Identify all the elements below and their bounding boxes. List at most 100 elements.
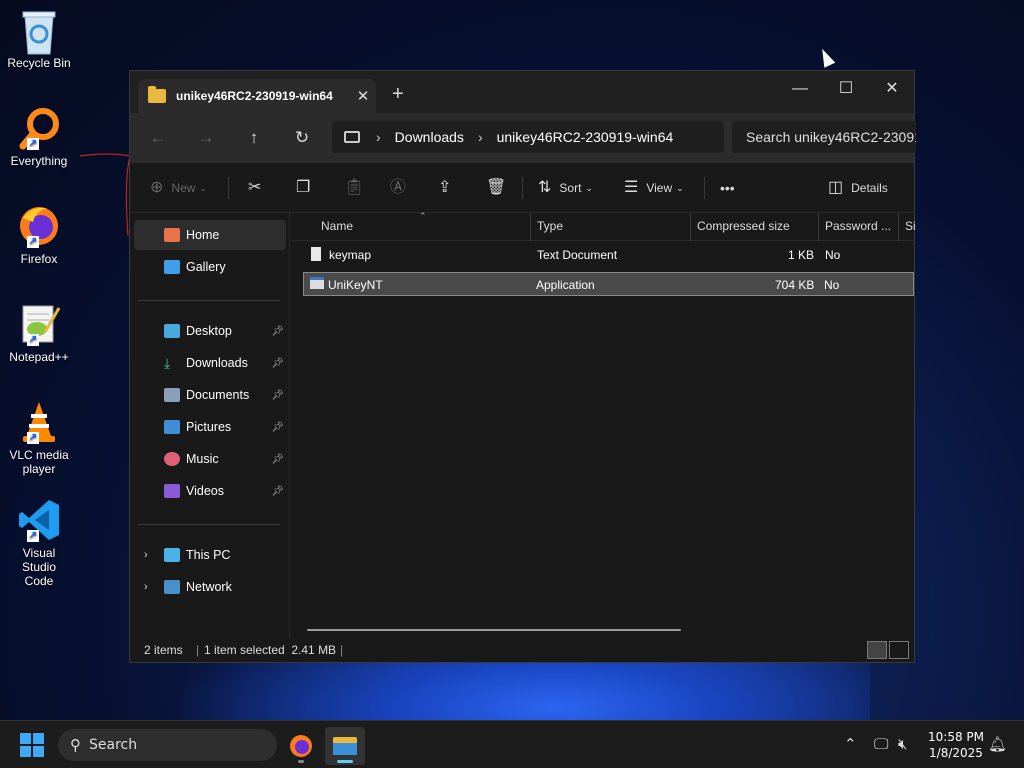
pin-icon[interactable]: 📌︎ (271, 422, 284, 433)
sidebar-item-this-pc[interactable]: › This PC (134, 540, 286, 570)
search-input[interactable]: Search unikey46RC2-23091 (732, 121, 916, 153)
sidebar-item-home[interactable]: Home (134, 220, 286, 250)
sidebar-item-gallery[interactable]: Gallery (134, 252, 286, 282)
sort-button[interactable]: ⇅ Sort ⌄ (538, 175, 593, 201)
notification-bell-icon[interactable]: 🔔︎ (988, 735, 1007, 753)
file-type: Text Document (537, 248, 618, 262)
file-password: No (824, 278, 840, 292)
volume-muted-icon[interactable]: 🔇︎ (898, 735, 907, 753)
notepad-plus-plus-icon: ↗ (17, 302, 61, 346)
text-file-icon (311, 247, 321, 261)
sidebar-item-label: Documents (186, 388, 250, 402)
breadcrumb-downloads[interactable]: Downloads (395, 129, 464, 145)
title-bar: unikey46RC2-230919-win64 ✕ + — ☐ ✕ (130, 71, 914, 113)
new-tab-button[interactable]: + (392, 83, 404, 106)
column-type[interactable]: Type (537, 219, 563, 233)
sidebar-item-label: Desktop (186, 324, 232, 338)
file-compressed-size: 1 KB (788, 248, 815, 262)
more-options-button[interactable]: ••• (720, 175, 735, 201)
divider (138, 524, 280, 525)
sidebar-item-label: Pictures (186, 420, 232, 434)
details-view-button[interactable] (867, 641, 887, 659)
start-button[interactable] (20, 733, 44, 757)
computer-icon (164, 548, 180, 562)
taskbar-firefox[interactable] (281, 727, 321, 765)
vscode-icon: ↗ (17, 498, 61, 542)
sidebar-item-pictures[interactable]: Pictures 📌︎ (134, 412, 286, 442)
pin-icon[interactable]: 📌︎ (271, 486, 284, 497)
cut-button[interactable]: ✂ (248, 175, 269, 201)
table-row[interactable]: keymap Text Document 1 KB No (303, 243, 914, 267)
new-button[interactable]: ⊕ New ⌄ (150, 175, 207, 201)
sidebar-item-network[interactable]: › Network (134, 572, 286, 602)
desktop-icon-vlc[interactable]: ↗ VLC media player (2, 400, 76, 476)
view-label: View (646, 181, 673, 195)
taskbar-search[interactable]: ⚲ Search (58, 729, 277, 761)
clock[interactable]: 10:58 PM 1/8/2025 (920, 729, 992, 761)
desktop-icon-notepad-plus-plus[interactable]: ↗ Notepad++ (2, 302, 76, 364)
copy-button[interactable]: ❐ (296, 175, 318, 201)
desktop-icon-recycle-bin[interactable]: Recycle Bin (2, 8, 76, 70)
column-divider[interactable] (530, 213, 531, 241)
chevron-right-icon[interactable]: › (144, 549, 148, 561)
desktop-icon-firefox[interactable]: ↗ Firefox (2, 204, 76, 266)
rename-button[interactable]: Ⓐ (390, 175, 414, 201)
column-name[interactable]: Name (321, 219, 353, 233)
sidebar-item-label: Videos (186, 484, 224, 498)
taskbar-file-explorer[interactable] (325, 727, 365, 765)
column-divider[interactable] (818, 213, 819, 241)
back-button[interactable]: ← (144, 125, 172, 151)
close-tab-icon[interactable]: ✕ (350, 87, 376, 105)
column-divider[interactable] (690, 213, 691, 241)
sidebar-item-label: This PC (186, 548, 231, 562)
tab-current-folder[interactable]: unikey46RC2-230919-win64 ✕ (138, 79, 376, 113)
share-button[interactable]: ⇪ (438, 175, 459, 201)
up-button[interactable]: ↑ (240, 125, 268, 151)
sidebar-item-desktop[interactable]: Desktop 📌︎ (134, 316, 286, 346)
sidebar-item-downloads[interactable]: ⤓ Downloads 📌︎ (134, 348, 286, 378)
refresh-button[interactable]: ↻ (288, 125, 316, 151)
sidebar-item-documents[interactable]: Documents 📌︎ (134, 380, 286, 410)
taskbar: ⚲ Search ⌃ 🖵︎ 🔇︎ 10:58 PM 1/8/2025 🔔︎ (0, 720, 1024, 768)
pin-icon[interactable]: 📌︎ (271, 454, 284, 465)
table-row-selected[interactable]: UniKeyNT Application 704 KB No (303, 272, 914, 296)
documents-icon (164, 388, 180, 402)
column-compressed-size[interactable]: Compressed size (697, 219, 790, 233)
paste-button[interactable]: 📋︎ (344, 175, 372, 201)
column-size[interactable]: Si (905, 219, 916, 233)
column-divider[interactable] (898, 213, 899, 241)
desktop-icon-vscode[interactable]: ↗ Visual Studio Code (2, 498, 76, 588)
mouse-cursor (816, 46, 836, 68)
share-icon: ⇪ (438, 179, 452, 196)
file-compressed-size: 704 KB (775, 278, 815, 292)
active-indicator (337, 760, 353, 763)
show-hidden-icons-chevron-icon[interactable]: ⌃ (844, 735, 857, 753)
pin-icon[interactable]: 📌︎ (271, 326, 284, 337)
horizontal-scrollbar[interactable] (307, 629, 681, 631)
maximize-button[interactable]: ☐ (823, 75, 869, 103)
minimize-button[interactable]: — (777, 75, 823, 103)
tiles-view-button[interactable] (889, 641, 909, 659)
rename-icon: Ⓐ (390, 179, 407, 196)
sidebar-item-music[interactable]: Music 📌︎ (134, 444, 286, 474)
close-window-button[interactable]: ✕ (869, 75, 915, 103)
breadcrumb-current-folder[interactable]: unikey46RC2-230919-win64 (497, 129, 674, 145)
desktop-icon-label: Everything (10, 154, 68, 168)
forward-button[interactable]: → (192, 125, 220, 151)
chevron-right-icon: › (477, 129, 483, 145)
chevron-right-icon[interactable]: › (144, 581, 148, 593)
desktop-icon-everything[interactable]: ↗ Everything (2, 106, 76, 168)
pin-icon[interactable]: 📌︎ (271, 358, 284, 369)
network-status-icon[interactable]: 🖵︎ (874, 735, 888, 753)
sidebar-item-label: Gallery (186, 260, 226, 274)
sidebar-item-videos[interactable]: Videos 📌︎ (134, 476, 286, 506)
details-pane-button[interactable]: ◫ Details (828, 175, 888, 201)
address-bar[interactable]: › Downloads › unikey46RC2-230919-win64 (332, 121, 724, 153)
delete-button[interactable]: 🗑︎ (486, 175, 514, 201)
view-button[interactable]: ☰ View ⌄ (624, 175, 684, 201)
shortcut-arrow-icon: ↗ (27, 236, 39, 248)
pin-icon[interactable]: 📌︎ (271, 390, 284, 401)
recycle-bin-icon (17, 8, 61, 55)
chevron-down-icon: ⌄ (676, 183, 684, 193)
column-password[interactable]: Password ... (825, 219, 891, 233)
